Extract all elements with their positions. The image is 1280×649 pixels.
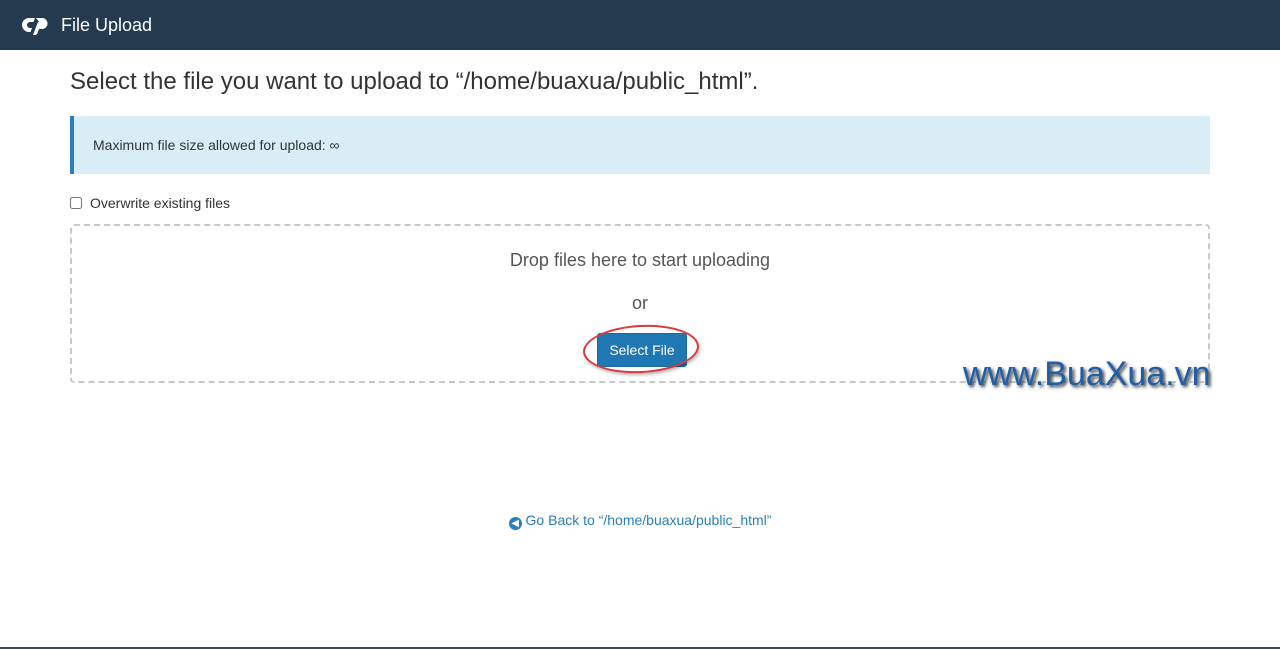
circle-arrow-left-icon: ◀ [508, 517, 522, 530]
drop-instruction: Drop files here to start uploading [509, 250, 771, 270]
or-separator: or [631, 293, 648, 313]
top-bar: File Upload [0, 0, 1280, 50]
overwrite-label: Overwrite existing files [90, 195, 231, 211]
max-size-text: Maximum file size allowed for upload: ∞ [93, 137, 340, 153]
select-file-button[interactable]: Select File [597, 333, 687, 367]
max-size-alert: Maximum file size allowed for upload: ∞ [70, 116, 1210, 174]
watermark-text: www.BuaXua.vn [963, 355, 1211, 393]
go-back-link[interactable]: ◀ Go Back to “/home/buaxua/public_html” [0, 512, 1280, 530]
go-back-label: Go Back to “/home/buaxua/public_html” [525, 512, 772, 528]
app-title: File Upload [61, 14, 153, 35]
page-title: Select the file you want to upload to “/… [70, 68, 759, 95]
overwrite-option[interactable]: Overwrite existing files [70, 194, 230, 212]
overwrite-checkbox[interactable] [70, 197, 82, 209]
cpanel-logo-icon[interactable] [20, 14, 51, 36]
